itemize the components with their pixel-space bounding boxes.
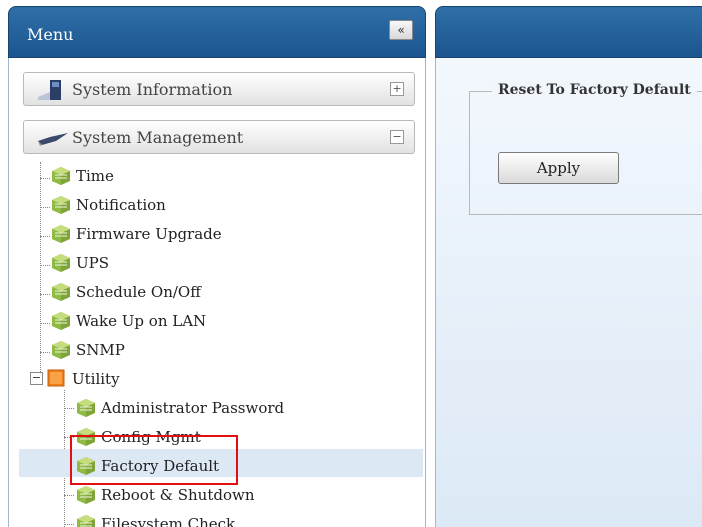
section-label: System Management [72, 128, 244, 147]
section-label: System Information [72, 80, 233, 99]
item-label: Reboot & Shutdown [101, 486, 255, 504]
item-label: Utility [72, 370, 120, 388]
highlight-annotation-box [70, 435, 238, 485]
item-label: Wake Up on LAN [76, 312, 207, 330]
section-system-management[interactable]: System Management − [23, 120, 415, 154]
green-cube-icon [77, 399, 95, 417]
management-tools-icon [38, 133, 68, 146]
content-body: Reset To Factory Default Apply [435, 58, 702, 527]
expand-icon[interactable]: + [390, 82, 404, 96]
green-cube-icon [52, 225, 70, 243]
menu-title: Menu [27, 25, 74, 44]
item-label: Firmware Upgrade [76, 225, 222, 243]
item-label: UPS [76, 254, 110, 272]
green-cube-icon [52, 196, 70, 214]
orange-folder-icon [47, 369, 65, 387]
menu-header: Menu « [8, 6, 426, 58]
green-cube-icon [52, 312, 70, 330]
reset-factory-default-group: Reset To Factory Default Apply [469, 82, 702, 215]
green-cube-icon [77, 486, 95, 504]
item-label: Schedule On/Off [76, 283, 201, 301]
green-cube-icon [52, 167, 70, 185]
menu-folder-utility[interactable]: − Utility [26, 367, 226, 393]
apply-button[interactable]: Apply [498, 152, 619, 184]
item-label: Notification [76, 196, 166, 214]
item-label: SNMP [76, 341, 125, 359]
collapse-tree-icon[interactable]: − [30, 372, 43, 385]
section-system-information[interactable]: System Information + [23, 72, 415, 106]
collapse-menu-button[interactable]: « [389, 20, 413, 40]
content-header [435, 6, 702, 58]
green-cube-icon [77, 515, 95, 527]
collapse-icon[interactable]: − [390, 130, 404, 144]
green-cube-icon [52, 341, 70, 359]
item-label: Administrator Password [101, 399, 285, 417]
item-label: Time [76, 167, 114, 185]
group-title: Reset To Factory Default [492, 82, 697, 98]
item-label: Filesystem Check [101, 515, 236, 527]
menu-body: System Information + System Management − [8, 58, 426, 527]
green-cube-icon [52, 283, 70, 301]
menu-panel: Menu « System Information + System Manag… [8, 6, 426, 527]
info-computer-icon [38, 80, 61, 100]
green-cube-icon [52, 254, 70, 272]
